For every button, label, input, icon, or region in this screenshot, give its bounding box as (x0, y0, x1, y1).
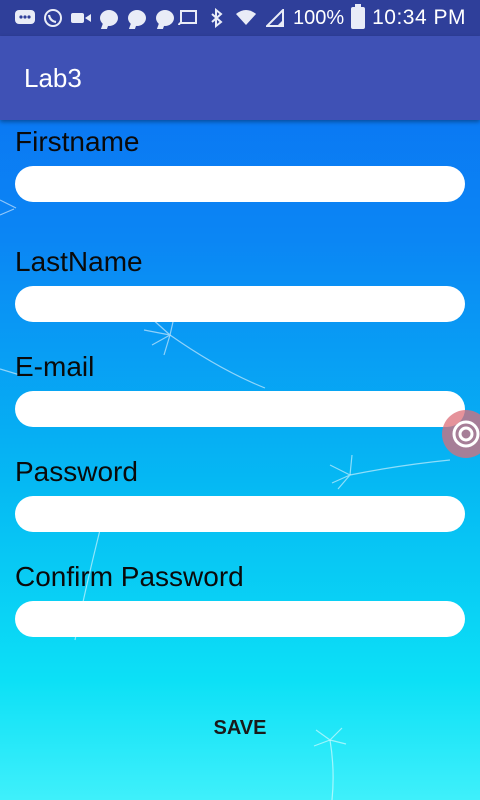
wifi-icon (235, 7, 257, 29)
bluetooth-icon (206, 7, 228, 29)
firstname-label: Firstname (15, 126, 140, 157)
system-icons: 100% 10:34 PM (177, 4, 466, 30)
target-icon (452, 420, 480, 448)
viber-icon (42, 7, 64, 29)
email-label: E-mail (15, 351, 95, 382)
confirm-password-label: Confirm Password (15, 561, 244, 592)
status-bar: 100% 10:34 PM (0, 0, 480, 36)
app-screen: 100% 10:34 PM Lab3 Firstname LastName E-… (0, 0, 480, 800)
chat-icon (126, 7, 148, 29)
chat-icon (98, 7, 120, 29)
battery-percentage: 100% (292, 6, 345, 29)
battery-icon (351, 4, 366, 29)
signal-icon (264, 7, 286, 29)
password-field[interactable] (15, 496, 465, 532)
app-bar: Lab3 (0, 36, 480, 120)
notification-icons (14, 7, 176, 29)
cast-icon (177, 7, 199, 29)
lastname-label: LastName (15, 246, 143, 277)
confirm-password-field[interactable] (15, 601, 465, 637)
clock: 10:34 PM (372, 6, 466, 29)
chat-icon (154, 7, 176, 29)
password-label: Password (15, 456, 138, 487)
messenger-icon (14, 7, 36, 29)
app-title: Lab3 (24, 62, 82, 93)
email-field[interactable] (15, 391, 465, 427)
lastname-field[interactable] (15, 286, 465, 322)
floating-assistant-button[interactable] (442, 410, 480, 458)
save-button[interactable]: SAVE (180, 706, 300, 750)
firstname-field[interactable] (15, 166, 465, 202)
video-icon (70, 7, 92, 29)
